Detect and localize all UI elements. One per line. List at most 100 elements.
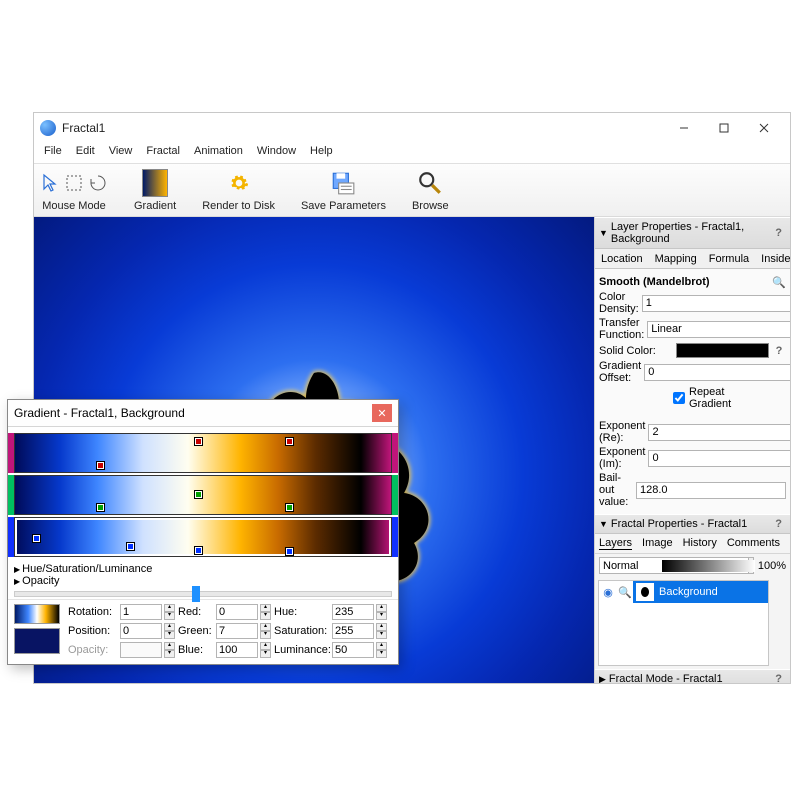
layer-properties-body: Smooth (Mandelbrot)🔍 Color Density: ▾ ⟳ … [595, 269, 790, 514]
tool-save-params[interactable]: Save Parameters [301, 168, 386, 212]
gradient-end-left[interactable] [8, 517, 14, 557]
layer-properties-header[interactable]: ▼ Layer Properties - Fractal1, Backgroun… [595, 217, 790, 249]
gradient-end-left[interactable] [8, 433, 14, 473]
menu-fractal[interactable]: Fractal [140, 143, 186, 163]
blue-input[interactable] [216, 642, 258, 658]
selected-color-swatch[interactable] [14, 628, 60, 654]
opacity-input [120, 642, 162, 658]
gradient-band-3[interactable] [14, 517, 392, 557]
menu-animation[interactable]: Animation [188, 143, 249, 163]
gradient-preview[interactable] [14, 604, 60, 624]
help-icon[interactable]: ? [772, 344, 786, 358]
tool-gradient[interactable]: Gradient [134, 168, 176, 212]
rotation-input[interactable] [120, 604, 162, 620]
fractal-mode-header[interactable]: ▶ Fractal Mode - Fractal1 ? [595, 669, 790, 683]
menu-help[interactable]: Help [304, 143, 339, 163]
fractal-properties-header[interactable]: ▼ Fractal Properties - Fractal1 ? [595, 514, 790, 534]
magnifier-plus-icon[interactable]: 🔍 [772, 275, 786, 289]
tab-inside[interactable]: Inside [755, 249, 790, 268]
transfer-function-select[interactable] [647, 321, 790, 338]
window-title: Fractal1 [62, 121, 664, 135]
bailout-input[interactable] [636, 482, 786, 499]
select-icon [64, 173, 84, 193]
gradient-handle[interactable] [195, 547, 202, 554]
opacity-slider[interactable] [662, 560, 755, 572]
algorithm-name: Smooth (Mandelbrot) [599, 276, 769, 288]
gradient-handle[interactable] [195, 491, 202, 498]
green-input[interactable] [216, 623, 258, 639]
gradient-offset-input[interactable] [644, 364, 790, 381]
magnifier-icon [417, 170, 443, 196]
spinner[interactable]: ▴▾ [260, 604, 271, 620]
color-density-input[interactable] [642, 295, 790, 312]
layer-row[interactable]: ◉ 🔍 Background [599, 581, 768, 603]
save-icon [330, 170, 356, 196]
maximize-button[interactable] [704, 115, 744, 141]
titlebar: Fractal1 [34, 113, 790, 143]
tab-comments[interactable]: Comments [727, 537, 780, 550]
opacity-toggle[interactable]: ▶Opacity [14, 575, 392, 587]
close-button[interactable] [744, 115, 784, 141]
spinner[interactable]: ▴▾ [376, 604, 387, 620]
exponent-re-input[interactable] [648, 424, 790, 441]
visibility-icon[interactable]: ◉ [599, 586, 617, 599]
gradient-handle[interactable] [195, 438, 202, 445]
tool-browse[interactable]: Browse [412, 168, 449, 212]
tab-formula[interactable]: Formula [703, 249, 755, 268]
caret-right-icon: ▶ [599, 674, 606, 684]
position-input[interactable] [120, 623, 162, 639]
hue-input[interactable] [332, 604, 374, 620]
spinner[interactable]: ▴▾ [260, 642, 271, 658]
right-panel: ▼ Layer Properties - Fractal1, Backgroun… [594, 217, 790, 683]
gradient-slider[interactable] [14, 591, 392, 597]
gradient-end-right[interactable] [392, 433, 398, 473]
help-icon[interactable]: ? [771, 673, 786, 683]
menu-view[interactable]: View [103, 143, 139, 163]
gradient-end-right[interactable] [392, 517, 398, 557]
solid-color-swatch[interactable] [676, 343, 769, 358]
gradient-handle[interactable] [286, 438, 293, 445]
layer-thumbnail [636, 583, 654, 601]
spinner[interactable]: ▴▾ [260, 623, 271, 639]
red-input[interactable] [216, 604, 258, 620]
help-icon[interactable]: ? [771, 518, 786, 530]
gradient-band-2[interactable] [14, 475, 392, 515]
gear-icon [229, 173, 249, 193]
gradient-handle[interactable] [33, 535, 40, 542]
minimize-button[interactable] [664, 115, 704, 141]
slider-thumb[interactable] [192, 586, 200, 602]
luminance-input[interactable] [332, 642, 374, 658]
repeat-gradient-checkbox[interactable]: Repeat Gradient [673, 386, 747, 410]
hsl-toggle[interactable]: ▶Hue/Saturation/Luminance [14, 563, 392, 575]
tab-layers[interactable]: Layers [599, 537, 632, 550]
spinner[interactable]: ▴▾ [376, 642, 387, 658]
spinner[interactable]: ▴▾ [376, 623, 387, 639]
tab-image[interactable]: Image [642, 537, 673, 550]
magnifier-icon[interactable]: 🔍 [617, 586, 633, 599]
gradient-handle[interactable] [127, 543, 134, 550]
spinner[interactable]: ▴▾ [164, 623, 175, 639]
spinner[interactable]: ▴▾ [164, 604, 175, 620]
tab-history[interactable]: History [683, 537, 717, 550]
menu-file[interactable]: File [38, 143, 68, 163]
gradient-band-1[interactable] [14, 433, 392, 473]
gradient-handle[interactable] [286, 504, 293, 511]
gradient-dialog-titlebar[interactable]: Gradient - Fractal1, Background ✕ [8, 400, 398, 427]
tool-mouse-mode[interactable]: Mouse Mode [40, 168, 108, 212]
menu-edit[interactable]: Edit [70, 143, 101, 163]
menubar: File Edit View Fractal Animation Window … [34, 143, 790, 163]
gradient-handle[interactable] [97, 462, 104, 469]
app-icon [40, 120, 56, 136]
tool-render[interactable]: Render to Disk [202, 168, 275, 212]
gradient-handle[interactable] [286, 548, 293, 555]
saturation-input[interactable] [332, 623, 374, 639]
tab-location[interactable]: Location [595, 249, 649, 268]
gradient-end-right[interactable] [392, 475, 398, 515]
exponent-im-input[interactable] [648, 450, 790, 467]
help-icon[interactable]: ? [771, 227, 786, 239]
gradient-handle[interactable] [97, 504, 104, 511]
menu-window[interactable]: Window [251, 143, 302, 163]
tab-mapping[interactable]: Mapping [649, 249, 703, 268]
gradient-end-left[interactable] [8, 475, 14, 515]
close-icon[interactable]: ✕ [372, 404, 392, 422]
